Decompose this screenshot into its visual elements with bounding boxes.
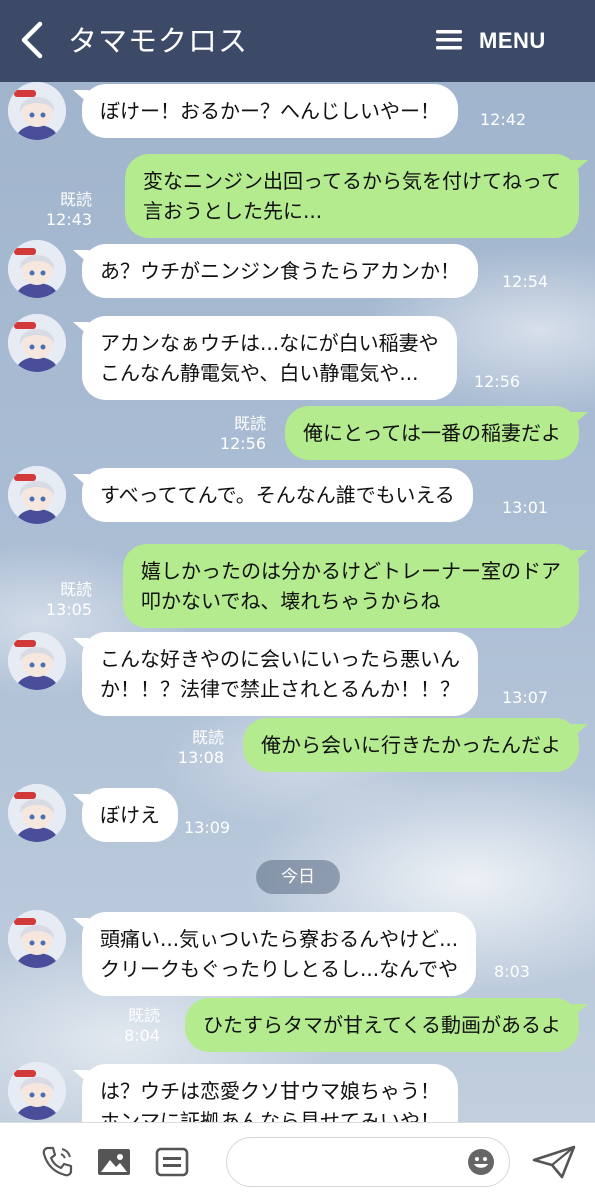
outgoing-message[interactable]: 変なニンジン出回ってるから気を付けてねって 言おうとした先に... bbox=[125, 154, 588, 238]
message-line: ひたすらタマが甘えてくる動画があるよ bbox=[203, 1013, 561, 1037]
message-line: すべっててんで。そんなん誰でもいえる bbox=[100, 483, 455, 507]
incoming-message[interactable]: は？ウチは恋愛クソ甘ウマ娘ちゃう！ ホンマに証拠あんなら見せてみいや！ bbox=[73, 1064, 458, 1122]
message-time: 12:54 bbox=[502, 272, 549, 291]
incoming-message[interactable]: こんな好きやのに会いにいったら悪いん か！！？法律で禁止されとるんか！！？ bbox=[73, 632, 478, 716]
image-icon[interactable] bbox=[96, 1145, 132, 1179]
avatar[interactable] bbox=[8, 466, 66, 524]
avatar[interactable] bbox=[8, 910, 66, 968]
message-line: ぼけえ bbox=[100, 803, 160, 827]
avatar[interactable] bbox=[8, 240, 66, 298]
message-time: 13:07 bbox=[502, 688, 549, 707]
incoming-message[interactable]: すべっててんで。そんなん誰でもいえる bbox=[73, 468, 473, 522]
message-line: 言おうとした先に... bbox=[143, 199, 323, 223]
outgoing-message[interactable]: 俺にとっては一番の稲妻だよ bbox=[285, 406, 588, 460]
send-icon[interactable] bbox=[532, 1145, 576, 1179]
message-time: 13:01 bbox=[502, 498, 549, 517]
message-line: こんな好きやのに会いにいったら悪いん bbox=[100, 647, 460, 671]
message-line: こんなん静電気や、白い静電気や... bbox=[100, 361, 419, 385]
read-status: 既読 bbox=[233, 414, 266, 433]
message-line: クリークもぐったりしとるし...なんでや bbox=[100, 957, 459, 981]
emoji-icon[interactable] bbox=[467, 1148, 495, 1176]
message-line: ぼけー！おるかー？へんじしいやー！ bbox=[100, 99, 440, 123]
menu-button[interactable]: MENU bbox=[479, 26, 546, 56]
message-line: あ？ウチがニンジン食うたらアカンか！ bbox=[100, 259, 460, 283]
message-time: 12:56 bbox=[474, 372, 521, 391]
avatar[interactable] bbox=[8, 1062, 66, 1120]
message-time: 13:08 bbox=[177, 748, 224, 767]
outgoing-message[interactable]: ひたすらタマが甘えてくる動画があるよ bbox=[185, 998, 588, 1052]
message-list[interactable]: ぼけー！おるかー？へんじしいやー！ 12:42 既読 12:43 変なニンジン出… bbox=[0, 82, 595, 1122]
message-line: 頭痛い...気ぃついたら寮おるんやけど... bbox=[100, 927, 459, 951]
menu-icon[interactable] bbox=[436, 29, 462, 51]
message-line: 嬉しかったのは分かるけどトレーナー室のドア bbox=[141, 559, 561, 583]
outgoing-message[interactable]: 俺から会いに行きたかったんだよ bbox=[243, 718, 588, 772]
avatar[interactable] bbox=[8, 314, 66, 372]
message-line: は？ウチは恋愛クソ甘ウマ娘ちゃう！ bbox=[100, 1079, 440, 1103]
message-input-box[interactable] bbox=[226, 1137, 510, 1187]
message-time: 13:09 bbox=[184, 818, 231, 837]
chat-title: タマモクロス bbox=[68, 24, 249, 58]
read-status: 既読 bbox=[59, 580, 92, 599]
message-line: アカンなぁウチは...なにが白い稲妻や bbox=[100, 331, 439, 355]
keep-icon[interactable] bbox=[154, 1145, 190, 1179]
avatar[interactable] bbox=[8, 784, 66, 842]
incoming-message[interactable]: ぼけー！おるかー？へんじしいやー！ bbox=[73, 84, 458, 138]
date-separator: 今日 bbox=[256, 860, 340, 894]
message-line: 俺から会いに行きたかったんだよ bbox=[261, 733, 561, 757]
message-time: 12:43 bbox=[45, 210, 92, 229]
message-time: 8:04 bbox=[124, 1026, 160, 1045]
message-time: 13:05 bbox=[45, 600, 92, 619]
back-arrow-icon[interactable] bbox=[18, 20, 48, 60]
message-time: 12:56 bbox=[219, 434, 266, 453]
read-status: 既読 bbox=[59, 190, 92, 209]
incoming-message[interactable]: ぼけえ bbox=[73, 788, 178, 842]
message-line: か！！？法律で禁止されとるんか！！？ bbox=[100, 677, 460, 701]
message-line: 叩かないでね、壊れちゃうからね bbox=[141, 589, 441, 613]
chat-header: タマモクロス MENU bbox=[0, 0, 595, 82]
message-line: 変なニンジン出回ってるから気を付けてねって bbox=[143, 169, 561, 193]
read-status: 既読 bbox=[191, 728, 224, 747]
message-line: ホンマに証拠あんなら見せてみいや！ bbox=[100, 1109, 440, 1122]
incoming-message[interactable]: あ？ウチがニンジン食うたらアカンか！ bbox=[73, 244, 478, 298]
message-composer bbox=[0, 1122, 595, 1201]
message-line: 俺にとっては一番の稲妻だよ bbox=[303, 421, 561, 445]
message-input[interactable] bbox=[243, 1148, 457, 1178]
incoming-message[interactable]: アカンなぁウチは...なにが白い稲妻や こんなん静電気や、白い静電気や... bbox=[73, 316, 457, 400]
outgoing-message[interactable]: 嬉しかったのは分かるけどトレーナー室のドア 叩かないでね、壊れちゃうからね bbox=[123, 544, 588, 628]
read-status: 既読 bbox=[127, 1006, 160, 1025]
avatar[interactable] bbox=[8, 632, 66, 690]
phone-icon[interactable] bbox=[40, 1145, 76, 1179]
message-time: 8:03 bbox=[494, 962, 530, 981]
message-time: 12:42 bbox=[480, 110, 527, 129]
incoming-message[interactable]: 頭痛い...気ぃついたら寮おるんやけど... クリークもぐったりしとるし...な… bbox=[72, 912, 477, 996]
avatar[interactable] bbox=[8, 82, 66, 140]
